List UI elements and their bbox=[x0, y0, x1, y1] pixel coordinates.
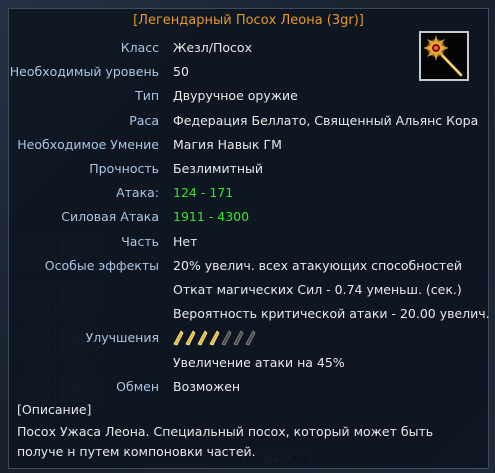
stat-value: Увеличение атаки на 45% bbox=[173, 354, 345, 370]
stat-row: Раса Федерация Беллато, Священный Альянс … bbox=[9, 112, 479, 130]
stat-row: Атака: 124 - 171 bbox=[9, 184, 479, 202]
upgrade-slots bbox=[173, 330, 256, 346]
stat-label: Класс bbox=[120, 40, 159, 55]
stat-row: Обмен Возможен bbox=[9, 378, 479, 396]
stat-label: Особые эффекты bbox=[44, 257, 159, 273]
stat-label: Силовая Атака bbox=[61, 209, 159, 225]
stat-row: Необходимый уровень 50 bbox=[9, 63, 479, 81]
stat-row: Вероятность критической атаки - 20.00 ув… bbox=[9, 305, 490, 323]
stat-row: Увеличение атаки на 45% bbox=[9, 354, 479, 372]
stat-value: Двуручное оружие bbox=[173, 88, 298, 104]
stat-value: Нет bbox=[173, 233, 198, 249]
stat-label: Необходимое Умение bbox=[17, 136, 159, 152]
stat-value: Вероятность критической атаки - 20.00 ув… bbox=[173, 306, 490, 322]
upgrade-talic-icon bbox=[221, 330, 232, 346]
upgrade-talic-icon bbox=[245, 330, 256, 346]
stat-row: Улучшения bbox=[9, 329, 479, 347]
stat-value: 1911 - 4300 bbox=[173, 209, 250, 225]
stat-label: Атака: bbox=[116, 185, 159, 201]
stat-value: 124 - 171 bbox=[173, 185, 234, 201]
upgrade-talic-icon bbox=[233, 330, 244, 346]
stat-label: Раса bbox=[129, 112, 159, 128]
stat-row: Откат магических Сил - 0.74 уменьш. (сек… bbox=[9, 281, 479, 299]
item-tooltip: [Легендарный Посох Леона (3gr)] Класс Жез… bbox=[8, 8, 490, 469]
upgrade-talic-icon bbox=[185, 330, 196, 346]
stat-row: Часть Нет bbox=[9, 233, 479, 251]
stat-value: Жезл/Посох bbox=[173, 40, 252, 55]
upgrade-talic-icon bbox=[173, 330, 184, 346]
upgrade-talic-icon bbox=[197, 330, 208, 346]
stat-label: Прочность bbox=[89, 161, 159, 176]
stat-label: Часть bbox=[121, 233, 159, 249]
stat-label: Улучшения bbox=[85, 330, 159, 346]
stat-label: Тип bbox=[135, 88, 159, 104]
stat-row: Особые эффекты 20% увелич. всех атакующих… bbox=[9, 257, 479, 275]
stat-value: Магия Навык ГМ bbox=[173, 136, 282, 152]
item-title: [Легендарный Посох Леона (3gr)] bbox=[133, 13, 364, 28]
stat-value: 50 bbox=[173, 64, 189, 80]
stat-row: Тип Двуручное оружие bbox=[9, 87, 479, 105]
stat-row: Класс Жезл/Посох bbox=[9, 39, 479, 57]
description-header: [Описание] bbox=[17, 402, 92, 417]
stat-value: Откат магических Сил - 0.74 уменьш. (сек… bbox=[173, 282, 462, 297]
stat-label: Обмен bbox=[116, 378, 159, 394]
stat-value: 20% увелич. всех атакующих способностей bbox=[173, 257, 463, 273]
stat-value: Возможен bbox=[173, 378, 241, 394]
stat-label: Необходимый уровень bbox=[9, 64, 159, 80]
stat-row: Необходимое Умение Магия Навык ГМ bbox=[9, 136, 479, 154]
upgrade-talic-icon bbox=[209, 330, 220, 346]
stat-row: Прочность Безлимитный bbox=[9, 160, 479, 178]
stat-value: Безлимитный bbox=[173, 161, 264, 176]
stat-row: Силовая Атака 1911 - 4300 bbox=[9, 208, 479, 226]
stat-value: Федерация Беллато, Священный Альянс Кора bbox=[173, 112, 479, 128]
description-text: Посох Ужаса Леона. Специальный посох, ко… bbox=[17, 424, 434, 459]
